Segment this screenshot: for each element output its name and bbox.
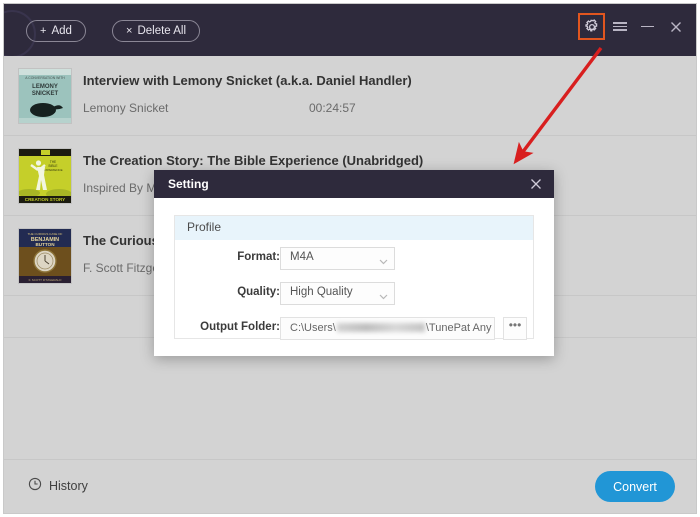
creation-story-cover: THE BIBLE EXPERIENCE CREATION STORY [19,149,71,203]
profile-panel-title: Profile [175,216,533,240]
svg-text:CREATION STORY: CREATION STORY [25,197,66,202]
convert-button[interactable]: Convert [595,471,675,502]
delete-all-button-label: Delete All [137,25,187,37]
application-window: + Add × Delete All A CONVERSATION WITH L… [3,3,697,514]
list-item-author: Lemony Snicket [83,101,169,115]
app-root: + Add × Delete All A CONVERSATION WITH L… [0,0,700,517]
svg-text:THE CURIOUS CASE OF: THE CURIOUS CASE OF [28,232,63,236]
add-button[interactable]: + Add [26,20,86,42]
dialog-body: Profile Format: M4A Quality: High Qualit… [154,198,554,356]
output-folder-field: Output Folder: C:\Users\ \TunePat Any Aud… [175,314,533,345]
dialog-title: Setting [168,177,209,191]
output-folder-prefix: C:\Users\ [290,322,336,334]
list-item-title: The Curious [83,233,159,248]
lemony-snicket-cover: A CONVERSATION WITH LEMONY SNICKET [19,69,71,123]
dialog-close-icon[interactable] [527,175,545,193]
svg-text:BUTTON: BUTTON [35,242,55,247]
format-select[interactable]: M4A [280,247,395,270]
svg-text:A CONVERSATION WITH: A CONVERSATION WITH [25,76,65,80]
minimize-icon[interactable] [639,18,656,35]
list-item[interactable]: A CONVERSATION WITH LEMONY SNICKET Inter… [4,56,696,136]
svg-text:LEMONY: LEMONY [32,84,58,90]
list-item-author: Inspired By Me [83,181,164,195]
list-item-duration: 00:24:57 [309,101,356,115]
delete-all-button[interactable]: × Delete All [112,20,201,42]
profile-panel: Profile Format: M4A Quality: High Qualit… [174,215,534,340]
browse-folder-button[interactable]: ••• [503,317,527,340]
list-item-title: The Creation Story: The Bible Experience… [83,153,424,168]
quality-value: High Quality [290,286,353,298]
setting-dialog: Setting Profile Format: M4A Quality: Hig… [154,170,554,356]
chevron-down-icon [379,256,388,265]
quality-select[interactable]: High Quality [280,282,395,305]
quality-field: Quality: High Quality [175,279,533,310]
history-button[interactable]: History [28,477,88,494]
add-button-label: Add [51,25,72,37]
output-folder-label: Output Folder: [200,321,280,333]
chevron-down-icon [379,291,388,300]
title-bar: + Add × Delete All [4,4,696,58]
cross-icon: × [126,24,133,37]
format-field: Format: M4A [175,244,533,275]
format-value: M4A [290,251,314,263]
gear-icon[interactable] [578,13,605,40]
benjamin-button-cover: THE CURIOUS CASE OF BENJAMIN BUTTON F. S… [19,229,71,283]
menu-icon[interactable] [611,18,628,35]
list-item-title: Interview with Lemony Snicket (a.k.a. Da… [83,73,412,88]
svg-text:SNICKET: SNICKET [32,91,59,97]
history-label: History [49,478,88,493]
window-controls [578,13,684,40]
output-folder-suffix: \TunePat Any Aud [425,322,494,334]
format-label: Format: [237,251,280,263]
dialog-title-bar: Setting [154,170,554,198]
svg-text:EXPERIENCE: EXPERIENCE [43,168,62,172]
footer-bar: History Convert [4,459,696,513]
quality-label: Quality: [237,286,280,298]
output-folder-input[interactable]: C:\Users\ \TunePat Any Aud [280,317,495,340]
clock-icon [28,477,42,494]
svg-text:F. SCOTT FITZGERALD: F. SCOTT FITZGERALD [29,278,63,282]
redacted-path-segment [336,323,425,332]
close-icon[interactable] [667,18,684,35]
plus-icon: + [40,24,47,37]
